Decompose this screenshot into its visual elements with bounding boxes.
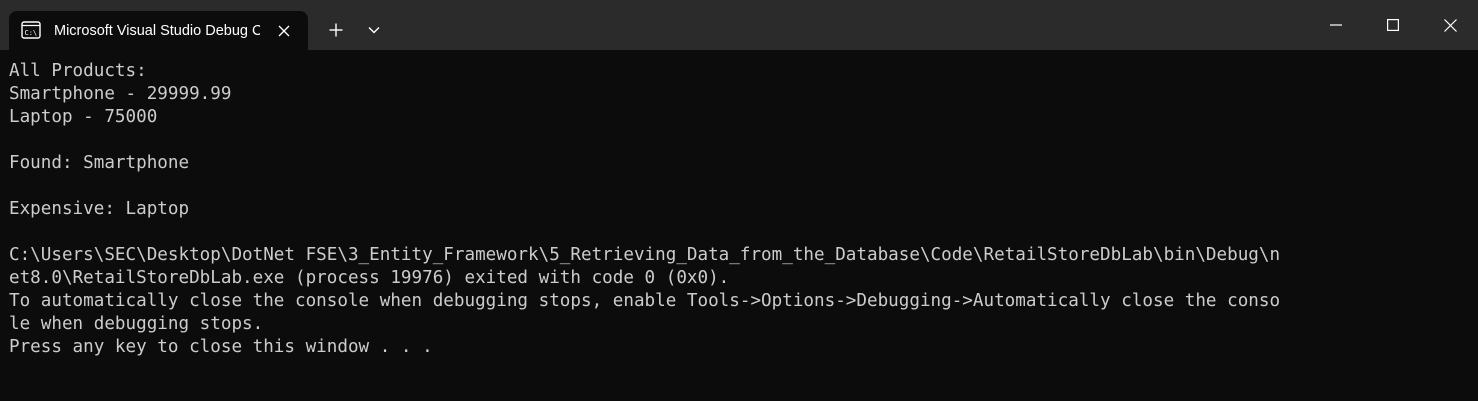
console-line: le when debugging stops. [9, 314, 264, 334]
console-line: Press any key to close this window . . . [9, 337, 433, 357]
minimize-icon[interactable] [1309, 0, 1363, 50]
svg-text:C:\: C:\ [25, 29, 38, 37]
maximize-icon[interactable] [1366, 0, 1420, 50]
console-window: C:\ Microsoft Visual Studio Debug Consol… [0, 0, 1478, 401]
console-line: Smartphone - 29999.99 [9, 84, 232, 104]
console-line: Found: Smartphone [9, 153, 190, 173]
close-tab-icon[interactable] [272, 19, 296, 43]
console-line: All Products: [9, 61, 147, 81]
console-line: Expensive: Laptop [9, 199, 190, 219]
title-bar[interactable]: C:\ Microsoft Visual Studio Debug Consol… [0, 0, 1478, 50]
console-line: et8.0\RetailStoreDbLab.exe (process 1997… [9, 268, 730, 288]
console-icon: C:\ [21, 21, 41, 39]
console-output[interactable]: All Products: Smartphone - 29999.99 Lapt… [9, 60, 1469, 390]
console-line: C:\Users\SEC\Desktop\DotNet FSE\3_Entity… [9, 245, 1281, 265]
chevron-down-icon[interactable] [360, 16, 388, 44]
plus-icon[interactable] [322, 16, 350, 44]
console-line: To automatically close the console when … [9, 291, 1281, 311]
tab-debug-console[interactable]: C:\ Microsoft Visual Studio Debug Consol… [9, 11, 308, 50]
tab-title: Microsoft Visual Studio Debug Console [54, 23, 260, 39]
close-window-icon[interactable] [1423, 0, 1477, 50]
console-line: Laptop - 75000 [9, 107, 158, 127]
